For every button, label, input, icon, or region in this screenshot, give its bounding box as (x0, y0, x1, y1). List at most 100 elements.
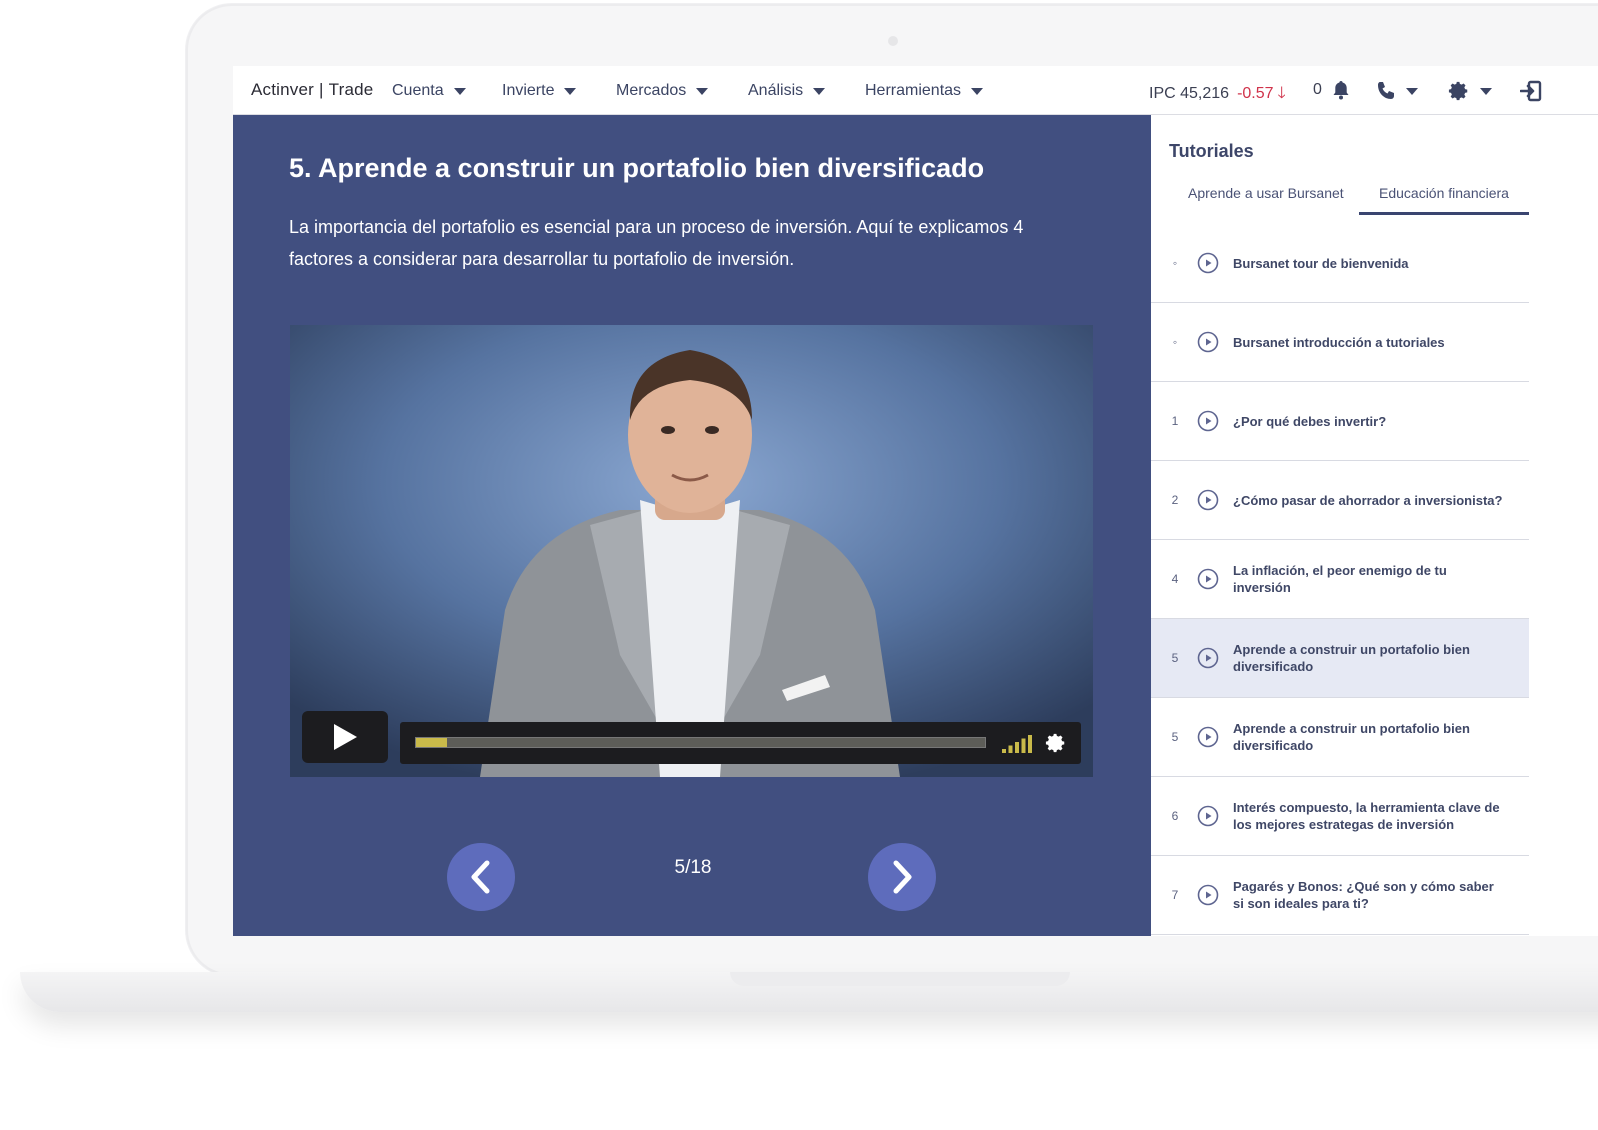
lesson-description: La importancia del portafolio es esencia… (289, 217, 1024, 269)
play-circle-icon (1197, 331, 1219, 353)
volume-bar (1002, 749, 1006, 753)
presenter-image (290, 325, 1093, 777)
caret-down-icon (453, 87, 466, 95)
play-icon (334, 724, 357, 750)
ipc-change: -0.57 (1237, 85, 1274, 102)
active-tab-indicator (1359, 212, 1529, 215)
item-label: Aprende a construir un portafolio bien d… (1233, 721, 1470, 753)
item-label: ¿Cómo pasar de ahorrador a inversionista… (1233, 492, 1503, 508)
caret-down-icon (971, 87, 984, 95)
tutorial-item-active[interactable]: 5 Aprende a construir un portafolio bien… (1151, 619, 1529, 698)
video-progress-track[interactable] (415, 737, 986, 748)
menu-cuenta[interactable]: Cuenta (392, 82, 466, 100)
caret-down-icon (813, 87, 826, 95)
item-number: 2 (1171, 493, 1179, 507)
tutorial-item[interactable]: 6 Interés compuesto, la herramienta clav… (1151, 777, 1529, 856)
logout-button[interactable] (1520, 80, 1542, 102)
menu-invierte[interactable]: Invierte (502, 82, 577, 100)
brand-separator: | (319, 80, 324, 99)
laptop-mockup: Actinver | Trade Cuenta Invierte Mercados … (0, 0, 1598, 1130)
bell-icon (1333, 81, 1349, 100)
brand-product: Trade (328, 80, 374, 99)
item-number: 5 (1171, 651, 1179, 665)
volume-level-icon[interactable] (1000, 733, 1034, 753)
item-label: Bursanet introducción a tutoriales (1233, 334, 1445, 350)
chevron-left-icon (471, 860, 490, 894)
item-label: ¿Por qué debes invertir? (1233, 413, 1387, 429)
tutorial-item[interactable]: 2 ¿Cómo pasar de ahorrador a inversionis… (1151, 461, 1529, 540)
lesson-pager: 5/18 (233, 835, 1151, 911)
tab-educacion-financiera[interactable]: Educación financiera (1379, 185, 1509, 201)
menu-label: Análisis (748, 82, 804, 99)
play-circle-icon (1197, 252, 1219, 274)
ipc-value: IPC 45,216 (1149, 85, 1230, 102)
laptop-notch (730, 972, 1070, 986)
tutorial-item[interactable]: ◦ Bursanet introducción a tutoriales (1151, 303, 1529, 382)
item-label: Interés compuesto, la herramienta clave … (1233, 800, 1500, 832)
play-circle-icon (1197, 489, 1219, 511)
app-screen: Actinver | Trade Cuenta Invierte Mercados … (233, 66, 1598, 936)
tutorial-item[interactable]: 5 Aprende a construir un portafolio bien… (1151, 698, 1529, 777)
video-progress-fill (416, 738, 448, 747)
caret-down-icon (564, 87, 577, 95)
item-number: 4 (1171, 572, 1179, 586)
settings-menu[interactable] (1448, 80, 1492, 102)
item-number: 7 (1171, 888, 1179, 902)
notifications[interactable]: 0 (1313, 80, 1350, 100)
tutorial-item[interactable]: 1 ¿Por qué debes invertir? (1151, 382, 1529, 461)
tutorial-list: ◦ Bursanet tour de bienvenida ◦ Bursanet… (1151, 224, 1529, 935)
play-button[interactable] (302, 711, 388, 763)
item-label: Pagarés y Bonos: ¿Qué son y cómo saber s… (1233, 879, 1494, 911)
menu-herramientas[interactable]: Herramientas (865, 82, 984, 100)
gear-icon (1448, 81, 1468, 101)
menu-label: Cuenta (392, 82, 444, 99)
item-label: Bursanet tour de bienvenida (1233, 255, 1409, 271)
tutorial-item[interactable]: 7 Pagarés y Bonos: ¿Qué son y cómo saber… (1151, 856, 1529, 935)
lesson-panel: 5. Aprende a construir un portafolio bie… (233, 115, 1151, 936)
video-settings-icon[interactable] (1045, 732, 1067, 754)
volume-bar (1028, 735, 1032, 753)
sidebar-tabs: Aprende a usar Bursanet Educación financ… (1151, 177, 1529, 215)
phone-menu[interactable] (1376, 81, 1418, 101)
item-label: La inflación, el peor enemigo de tu inve… (1233, 563, 1447, 595)
volume-bar (1021, 738, 1026, 753)
tab-aprende-bursanet[interactable]: Aprende a usar Bursanet (1188, 185, 1344, 201)
menu-analisis[interactable]: Análisis (748, 82, 826, 100)
play-circle-icon (1197, 647, 1219, 669)
item-number: 5 (1171, 730, 1179, 744)
menu-label: Invierte (502, 82, 555, 99)
item-label: Aprende a construir un portafolio bien d… (1233, 642, 1470, 674)
item-number: ◦ (1172, 256, 1178, 270)
item-number: 1 (1171, 414, 1179, 428)
volume-bar (1008, 745, 1013, 753)
next-button[interactable] (868, 843, 936, 911)
play-circle-icon (1197, 884, 1219, 906)
laptop-camera (888, 36, 898, 46)
volume-bar (1015, 742, 1019, 753)
previous-button[interactable] (447, 843, 515, 911)
video-controls (302, 711, 1082, 765)
video-player[interactable] (290, 325, 1093, 777)
item-number: ◦ (1172, 335, 1178, 349)
lesson-counter: 5/18 (674, 857, 712, 878)
top-nav: Actinver | Trade Cuenta Invierte Mercados … (233, 66, 1598, 115)
logout-icon (1520, 80, 1542, 102)
menu-mercados[interactable]: Mercados (616, 82, 709, 100)
caret-down-icon (696, 87, 709, 95)
tutorial-item[interactable]: 4 La inflación, el peor enemigo de tu in… (1151, 540, 1529, 619)
ipc-ticker[interactable]: IPC 45,216 -0.57 🡓 (1149, 82, 1286, 109)
chevron-right-icon (893, 860, 912, 894)
tutorials-sidebar: Tutoriales Aprende a usar Bursanet Educa… (1151, 115, 1598, 936)
brand-logo[interactable]: Actinver | Trade (251, 80, 373, 100)
arrow-down-icon: 🡓 (1277, 85, 1286, 102)
menu-label: Herramientas (865, 82, 962, 99)
tutorial-item[interactable]: ◦ Bursanet tour de bienvenida (1151, 224, 1529, 303)
brand-name: Actinver (251, 80, 315, 99)
caret-down-icon (1480, 87, 1492, 95)
notifications-count: 0 (1313, 81, 1322, 98)
sidebar-title: Tutoriales (1169, 141, 1254, 161)
play-circle-icon (1197, 805, 1219, 827)
caret-down-icon (1406, 87, 1418, 95)
play-circle-icon (1197, 726, 1219, 748)
video-control-bar (400, 722, 1081, 764)
